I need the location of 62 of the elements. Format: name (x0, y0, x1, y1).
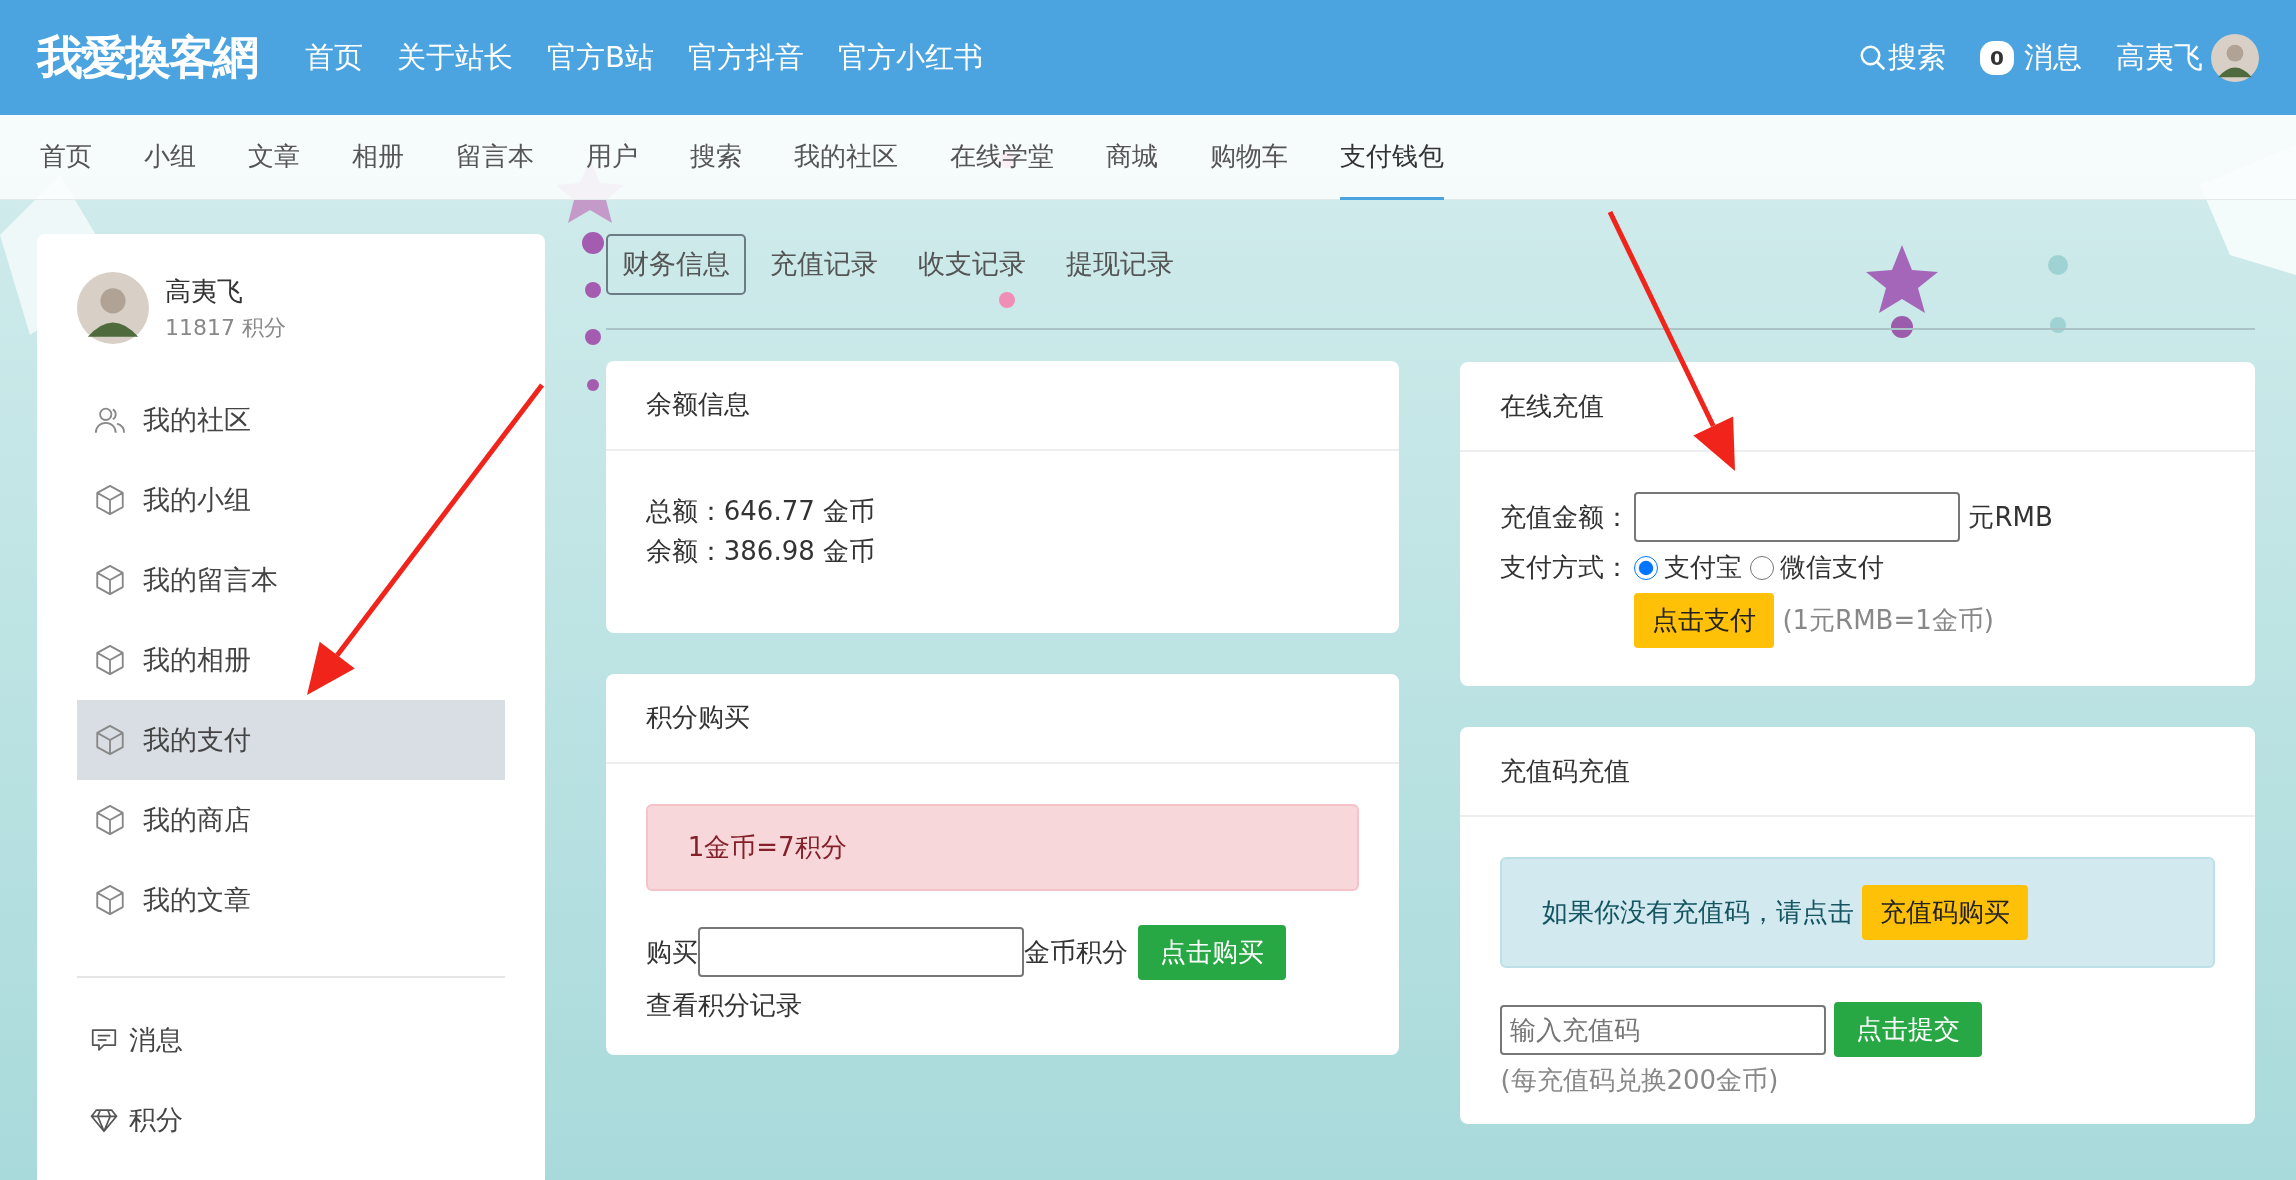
cube-icon (93, 563, 127, 597)
nav-tab[interactable]: 商城 (1106, 115, 1158, 200)
card-title: 积分购买 (645, 701, 750, 734)
nav-tab[interactable]: 购物车 (1210, 115, 1288, 200)
points-text: 11817 积分 (165, 314, 286, 342)
amount-field[interactable] (697, 927, 1024, 977)
sidebar-item[interactable]: 我的小组 (77, 460, 505, 540)
points-record-link[interactable]: 查看积分记录 (645, 985, 802, 1025)
balance-text: 余额：386.98 金币 (645, 534, 877, 568)
card-title: 余额信息 (645, 388, 750, 421)
cube-icon (93, 723, 127, 757)
count-badge: 0 (1980, 40, 2014, 75)
nav-tab[interactable]: 相册 (352, 115, 404, 200)
cube-icon (93, 643, 127, 677)
user-avatar[interactable] (2211, 33, 2259, 82)
card-title: 充值码充值 (1500, 754, 1631, 788)
balance-text: 总额：646.77 金币 (645, 494, 877, 528)
user-avatar (77, 272, 149, 344)
cube-icon (93, 483, 127, 517)
sidebar-item[interactable]: 消息 (77, 1000, 505, 1080)
alert-message: 1金币=7积分 (645, 803, 1360, 891)
nav-tab[interactable]: 用户 (586, 115, 638, 200)
card-title: 在线充值 (1500, 389, 1605, 423)
sidebar-item[interactable]: 我的商店 (77, 780, 505, 860)
sidebar-item[interactable]: 我的支付 (77, 700, 505, 780)
rate-note: (1元RMB=1金币) (1782, 604, 1994, 637)
nav-tab[interactable]: 小组 (144, 115, 196, 200)
nav-tab[interactable]: 在线学堂 (950, 115, 1054, 200)
user-name: 高夷飞 (165, 275, 244, 308)
nav-tab[interactable]: 留言本 (456, 115, 534, 200)
field-label: 充值金额： (1500, 500, 1631, 534)
sidebar-item[interactable]: 我的相册 (77, 620, 505, 700)
tab[interactable]: 收支记录 (901, 234, 1042, 295)
cube-icon (93, 803, 127, 837)
radio-label[interactable]: 支付宝 (1664, 548, 1743, 587)
nav-tab[interactable]: 首页 (40, 115, 92, 200)
amount-field[interactable] (1634, 492, 1961, 542)
tab[interactable]: 充值记录 (753, 234, 894, 295)
buy-code-button[interactable]: 充值码购买 (1862, 885, 2029, 940)
sidebar-item[interactable]: 我的社区 (77, 380, 505, 460)
pay-button[interactable]: 点击支付 (1634, 593, 1775, 648)
tab[interactable]: 财务信息 (605, 234, 746, 295)
exchange-note: (每充值码兑换200金币) (1500, 1064, 1780, 1097)
radio-button[interactable] (1750, 555, 1775, 580)
code-field[interactable]: 输入充值码 (1500, 1004, 1827, 1055)
nav-tab[interactable]: 文章 (248, 115, 300, 200)
messages-link[interactable]: 0 消息 (1980, 35, 2082, 80)
field-label: 支付方式： (1500, 551, 1631, 584)
nav-tab[interactable]: 我的社区 (794, 115, 898, 200)
radio-button[interactable] (1634, 555, 1659, 580)
sidebar-item[interactable]: 积分 (77, 1080, 505, 1160)
cube-icon (93, 883, 127, 917)
sidebar-item[interactable]: 我的文章 (77, 860, 505, 940)
unit-label: 金币积分 (1023, 935, 1128, 969)
sidebar-item[interactable]: 我的留言本 (77, 540, 505, 620)
info-text: 如果你没有充值码，请点击 (1542, 896, 1855, 929)
tab[interactable]: 提现记录 (1049, 234, 1190, 295)
radio-label[interactable]: 微信支付 (1780, 548, 1885, 587)
nav-tab[interactable]: 搜索 (690, 115, 742, 200)
buy-label: 购买 (645, 935, 698, 969)
unit-label: 元RMB (1968, 500, 2053, 534)
nav-tab[interactable]: 支付钱包 (1340, 115, 1444, 200)
